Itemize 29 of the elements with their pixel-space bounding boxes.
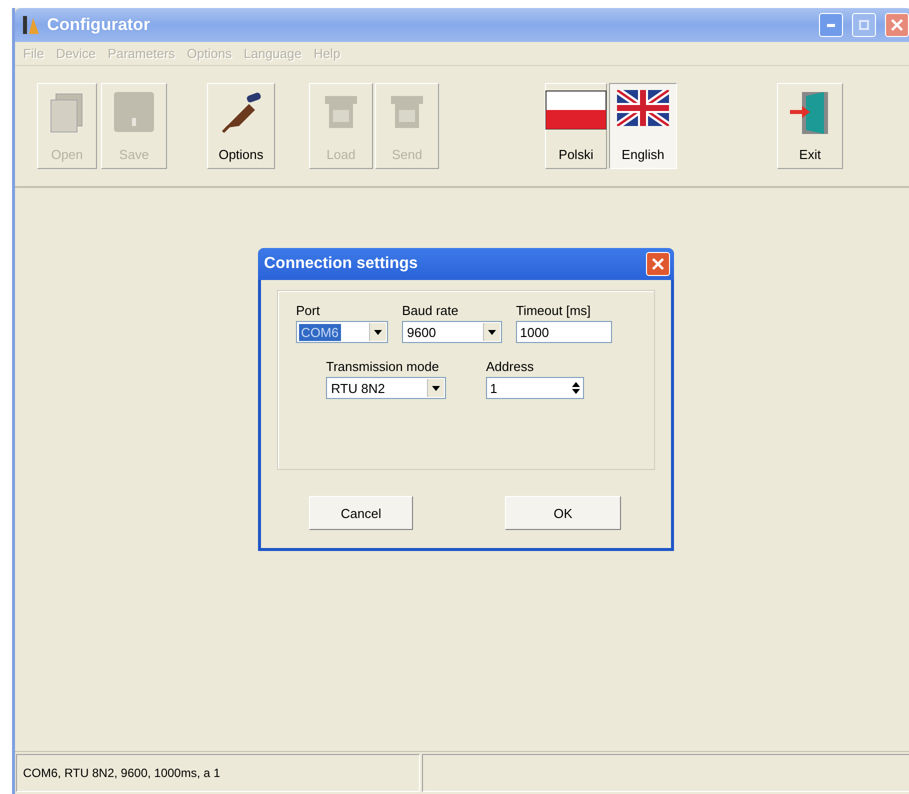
toolbar-button[interactable]: Exit	[777, 83, 843, 169]
cable-plug-icon	[219, 90, 263, 134]
minimize-button[interactable]	[819, 13, 843, 37]
flag-icon	[617, 90, 669, 126]
flag-icon	[545, 90, 607, 130]
dropdown[interactable]: RTU 8N2	[326, 377, 446, 399]
dialog-button[interactable]: OK	[505, 496, 621, 530]
app-icon	[21, 14, 41, 36]
field-label: Timeout [ms]	[516, 303, 592, 318]
field-label: Transmission mode	[326, 359, 440, 374]
status-text: COM6, RTU 8N2, 9600, 1000ms, a 1	[16, 754, 420, 792]
minimize-icon	[827, 24, 835, 26]
field-label: Address	[486, 359, 535, 374]
dropdown[interactable]: 9600	[402, 321, 502, 343]
field-label: Baud rate	[402, 303, 460, 318]
input-field[interactable]: 1000	[516, 321, 612, 343]
close-button[interactable]	[646, 252, 670, 276]
toolbar-button[interactable]: Options	[207, 83, 275, 169]
close-icon	[652, 258, 664, 270]
close-icon	[891, 19, 903, 31]
window-title: Configurator	[47, 15, 151, 35]
maximize-icon	[859, 20, 869, 30]
field-label: Port	[296, 303, 321, 318]
dialog-title: Connection settings	[264, 255, 418, 273]
toolbar-button[interactable]: Polski	[545, 83, 607, 169]
dropdown[interactable]: COM6	[296, 321, 388, 343]
dialog-button[interactable]: Cancel	[309, 496, 413, 530]
toolbar-button[interactable]: English	[609, 83, 677, 169]
spin-field[interactable]: 1	[486, 377, 584, 399]
